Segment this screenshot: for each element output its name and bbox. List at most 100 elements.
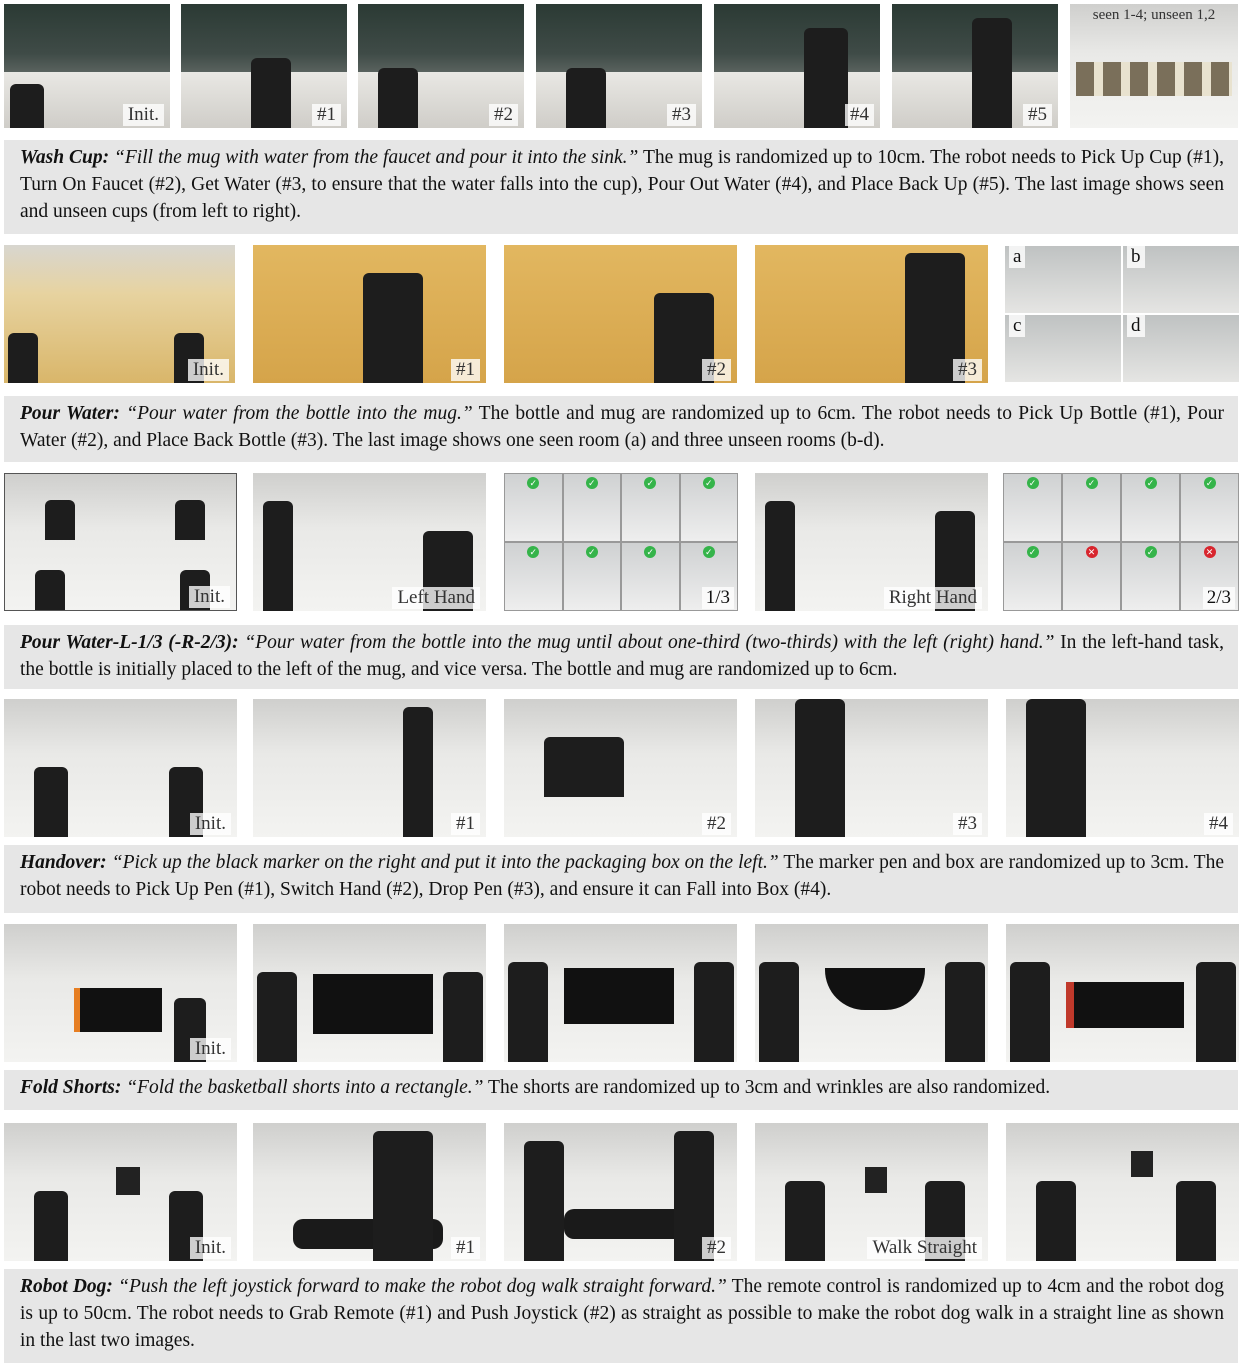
cups-label: seen 1-4; unseen 1,2 <box>1092 7 1216 23</box>
mug-cell: ✓ <box>621 542 680 611</box>
caption-title: Pour Water: <box>20 403 120 424</box>
caption-description: The shorts are randomized up to 3cm and … <box>483 1077 1051 1098</box>
room-label: c <box>1009 315 1026 337</box>
check-icon: ✓ <box>527 546 540 558</box>
photo-frame <box>1006 924 1239 1062</box>
caption-title: Handover: <box>20 852 107 873</box>
frame-label: Init. <box>189 1237 231 1259</box>
frame-label: #3 <box>667 104 696 126</box>
frame-label: Walk Straight <box>867 1237 982 1259</box>
frame-label: #4 <box>845 104 874 126</box>
photo-frame: Walk Straight <box>755 1123 988 1261</box>
mug-cell: ✓ <box>504 473 563 542</box>
photo-frame: Init. <box>4 245 235 383</box>
mug-cell: ✕ <box>1062 542 1121 611</box>
mug-cell: ✓ <box>1121 542 1180 611</box>
photo-frame: #1 <box>253 1123 486 1261</box>
photo-frame: Init. <box>4 4 170 128</box>
cross-icon: ✕ <box>1085 546 1098 558</box>
room-label: a <box>1009 246 1026 268</box>
mug-cell: ✓ <box>1121 473 1180 542</box>
caption-instruction: “Pour water from the bottle into the mug… <box>244 632 1055 653</box>
frame-label: #2 <box>489 104 518 126</box>
result-grid-right: ✓ ✓ ✓ ✓ ✓ ✕ ✓ ✕ 2/3 <box>1003 473 1239 611</box>
photo-frame: #1 <box>253 245 486 383</box>
check-icon: ✓ <box>585 477 598 489</box>
photo-frame: #2 <box>504 1123 737 1261</box>
check-icon: ✓ <box>644 546 657 558</box>
result-grid-left: ✓ ✓ ✓ ✓ ✓ ✓ ✓ ✓ 1/3 <box>504 473 738 611</box>
mug-cell: ✓ <box>621 473 680 542</box>
caption-title: Pour Water-L-1/3 (-R-2/3): <box>20 632 239 653</box>
photo-frame: Right Hand <box>755 473 988 611</box>
check-icon: ✓ <box>1026 546 1039 558</box>
frame-label: Init. <box>189 813 231 835</box>
frame-label: #3 <box>953 359 982 381</box>
room-label: b <box>1127 246 1145 268</box>
caption: Pour Water-L-1/3 (-R-2/3): “Pour water f… <box>4 625 1238 689</box>
check-icon: ✓ <box>527 477 540 489</box>
cups-photo: seen 1-4; unseen 1,2 <box>1070 4 1238 128</box>
photo-frame: Init. <box>4 1123 237 1261</box>
frame-label: #1 <box>312 104 341 126</box>
frame-label: #1 <box>451 813 480 835</box>
frame-label: Init. <box>187 359 229 381</box>
photo-frame: #3 <box>536 4 702 128</box>
frame-label: #1 <box>451 359 480 381</box>
mug-cell: ✓ <box>1062 473 1121 542</box>
photo-frame: #2 <box>358 4 524 128</box>
caption: Fold Shorts: “Fold the basketball shorts… <box>4 1070 1238 1110</box>
photo-frame: Init. <box>4 924 237 1062</box>
check-icon: ✓ <box>644 477 657 489</box>
check-icon: ✓ <box>1085 477 1098 489</box>
mug-cell: ✓ <box>504 542 563 611</box>
frame-label: #3 <box>953 813 982 835</box>
cups-row <box>1076 62 1232 96</box>
frame-label: Init. <box>188 586 230 608</box>
photo-frame <box>253 924 486 1062</box>
caption-instruction: “Pour water from the bottle into the mug… <box>126 403 473 424</box>
photo-frame: #4 <box>714 4 880 128</box>
photo-frame: Init. <box>4 473 237 611</box>
photo-frame <box>504 924 737 1062</box>
frame-label: 1/3 <box>701 587 734 609</box>
frame-label: #5 <box>1023 104 1052 126</box>
mug-cell: ✓ <box>679 473 738 542</box>
check-icon: ✓ <box>702 546 715 558</box>
caption-instruction: “Push the left joystick forward to make … <box>118 1276 727 1297</box>
photo-frame: Init. <box>4 699 237 837</box>
frame-label: Init. <box>122 104 164 126</box>
check-icon: ✓ <box>702 477 715 489</box>
rooms-grid: a b c d <box>1004 245 1240 383</box>
mug-cell: ✓ <box>1003 542 1062 611</box>
frame-label: Left Hand <box>392 587 480 609</box>
mug-cell: ✓ <box>1180 473 1239 542</box>
frame-label: #2 <box>702 1237 731 1259</box>
photo-frame <box>755 924 988 1062</box>
caption-instruction: “Fold the basketball shorts into a recta… <box>126 1077 484 1098</box>
caption: Pour Water: “Pour water from the bottle … <box>4 396 1238 462</box>
check-icon: ✓ <box>1144 477 1157 489</box>
photo-frame: #1 <box>253 699 486 837</box>
caption-instruction: “Fill the mug with water from the faucet… <box>114 147 639 168</box>
photo-frame: #2 <box>504 245 737 383</box>
photo-frame: #3 <box>755 245 988 383</box>
frame-label: 2/3 <box>1202 587 1235 609</box>
frame-label: Right Hand <box>883 587 982 609</box>
photo-frame: #4 <box>1006 699 1239 837</box>
mug-cell: ✓ <box>562 542 621 611</box>
mug-cell: ✓ <box>1003 473 1062 542</box>
caption-instruction: “Pick up the black marker on the right a… <box>111 852 779 873</box>
frame-label: #2 <box>702 359 731 381</box>
room-label: d <box>1127 315 1145 337</box>
photo-frame: Left Hand <box>253 473 486 611</box>
check-icon: ✓ <box>1203 477 1216 489</box>
frame-label: #4 <box>1204 813 1233 835</box>
caption: Handover: “Pick up the black marker on t… <box>4 845 1238 913</box>
caption-title: Fold Shorts: <box>20 1077 122 1098</box>
photo-frame: #3 <box>755 699 988 837</box>
caption: Robot Dog: “Push the left joystick forwa… <box>4 1269 1238 1363</box>
frame-label: #1 <box>451 1237 480 1259</box>
caption-title: Wash Cup: <box>20 147 110 168</box>
photo-frame: #1 <box>181 4 347 128</box>
